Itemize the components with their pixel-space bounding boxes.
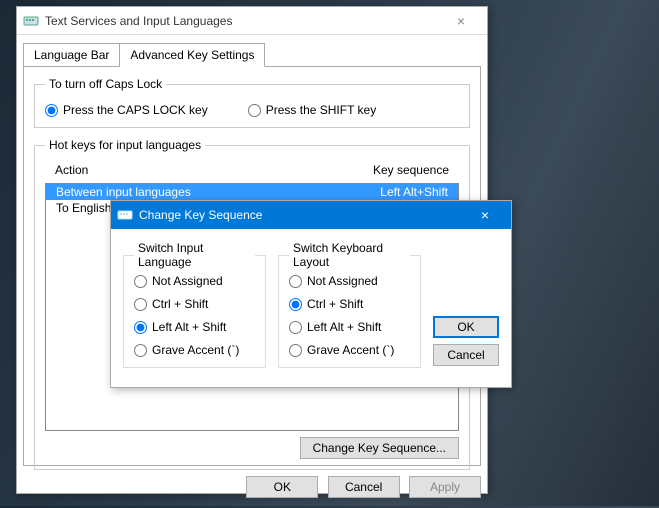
radio-caps-lock-key[interactable]: Press the CAPS LOCK key (45, 103, 208, 117)
radio-input-ctrl-shift-label: Ctrl + Shift (152, 297, 208, 311)
tab-advanced-key-settings[interactable]: Advanced Key Settings (120, 43, 265, 67)
radio-shift-key-label: Press the SHIFT key (266, 103, 376, 117)
tab-language-bar[interactable]: Language Bar (23, 43, 120, 67)
radio-input-left-alt-shift[interactable]: Left Alt + Shift (134, 320, 255, 334)
change-key-sequence-button[interactable]: Change Key Sequence... (300, 437, 459, 459)
modal-titlebar: Change Key Sequence × (111, 201, 511, 229)
radio-input-ctrl-shift[interactable]: Ctrl + Shift (134, 297, 255, 311)
modal-button-column: OK Cancel (433, 241, 499, 368)
radio-layout-left-alt-shift-label: Left Alt + Shift (307, 320, 381, 334)
radio-input-left-alt-shift-input[interactable] (134, 321, 147, 334)
radio-layout-grave-accent[interactable]: Grave Accent (`) (289, 343, 410, 357)
window-title: Text Services and Input Languages (45, 14, 441, 28)
keyboard-icon (117, 207, 133, 223)
radio-input-ctrl-shift-input[interactable] (134, 298, 147, 311)
close-icon[interactable]: × (465, 208, 505, 222)
keyboard-icon (23, 13, 39, 29)
radio-input-not-assigned[interactable]: Not Assigned (134, 274, 255, 288)
radio-input-grave-accent[interactable]: Grave Accent (`) (134, 343, 255, 357)
col-seq-header: Key sequence (373, 163, 449, 177)
radio-layout-left-alt-shift[interactable]: Left Alt + Shift (289, 320, 410, 334)
close-icon[interactable]: × (441, 14, 481, 28)
dialog-buttons: OK Cancel Apply (17, 466, 487, 508)
radio-layout-grave-accent-label: Grave Accent (`) (307, 343, 394, 357)
radio-caps-lock-key-input[interactable] (45, 104, 58, 117)
radio-input-not-assigned-input[interactable] (134, 275, 147, 288)
switch-keyboard-layout-legend: Switch Keyboard Layout (289, 241, 410, 269)
radio-input-left-alt-shift-label: Left Alt + Shift (152, 320, 226, 334)
radio-shift-key[interactable]: Press the SHIFT key (248, 103, 376, 117)
list-row-action: Between input languages (56, 185, 380, 199)
switch-keyboard-layout-group: Switch Keyboard Layout Not Assigned Ctrl… (278, 241, 421, 368)
radio-input-grave-accent-label: Grave Accent (`) (152, 343, 239, 357)
cancel-button[interactable]: Cancel (328, 476, 400, 498)
switch-input-language-group: Switch Input Language Not Assigned Ctrl … (123, 241, 266, 368)
radio-layout-grave-accent-input[interactable] (289, 344, 302, 357)
list-row-seq: Left Alt+Shift (380, 185, 448, 199)
list-row-between-languages[interactable]: Between input languages Left Alt+Shift (46, 184, 458, 200)
modal-title: Change Key Sequence (139, 208, 465, 222)
radio-layout-not-assigned[interactable]: Not Assigned (289, 274, 410, 288)
radio-layout-ctrl-shift-input[interactable] (289, 298, 302, 311)
cancel-button[interactable]: Cancel (433, 344, 499, 366)
ok-button[interactable]: OK (433, 316, 499, 338)
radio-shift-key-input[interactable] (248, 104, 261, 117)
titlebar: Text Services and Input Languages × (17, 7, 487, 35)
radio-layout-ctrl-shift-label: Ctrl + Shift (307, 297, 363, 311)
hotkeys-legend: Hot keys for input languages (45, 138, 205, 152)
change-key-sequence-dialog: Change Key Sequence × Switch Input Langu… (110, 200, 512, 388)
radio-layout-not-assigned-input[interactable] (289, 275, 302, 288)
radio-input-not-assigned-label: Not Assigned (152, 274, 223, 288)
radio-input-grave-accent-input[interactable] (134, 344, 147, 357)
apply-button[interactable]: Apply (409, 476, 481, 498)
list-header: Action Key sequence (45, 160, 459, 183)
caps-lock-legend: To turn off Caps Lock (45, 77, 166, 91)
col-action-header: Action (55, 163, 373, 177)
radio-layout-ctrl-shift[interactable]: Ctrl + Shift (289, 297, 410, 311)
modal-body: Switch Input Language Not Assigned Ctrl … (111, 229, 511, 380)
radio-layout-left-alt-shift-input[interactable] (289, 321, 302, 334)
tab-strip: Language Bar Advanced Key Settings (23, 43, 481, 67)
switch-input-language-legend: Switch Input Language (134, 241, 255, 269)
caps-lock-group: To turn off Caps Lock Press the CAPS LOC… (34, 77, 470, 128)
radio-caps-lock-key-label: Press the CAPS LOCK key (63, 103, 208, 117)
ok-button[interactable]: OK (246, 476, 318, 498)
radio-layout-not-assigned-label: Not Assigned (307, 274, 378, 288)
